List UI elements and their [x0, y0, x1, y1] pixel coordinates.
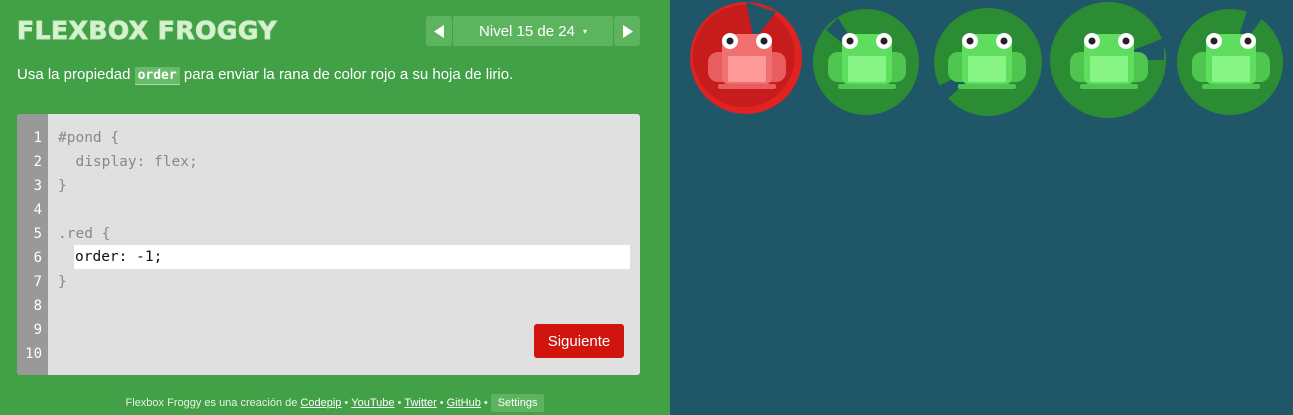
- footer-separator: •: [439, 397, 444, 409]
- line-number: 4: [33, 202, 42, 218]
- chevron-right-icon: [622, 24, 633, 38]
- frog-icon: [1070, 33, 1148, 89]
- line-number: 5: [33, 226, 42, 242]
- twitter-link[interactable]: Twitter: [404, 397, 436, 409]
- code-line: }: [58, 178, 67, 194]
- caret-down-icon: ▾: [582, 26, 587, 36]
- line-number: 7: [33, 274, 42, 290]
- instructions-after: para enviar la rana de color rojo a su h…: [179, 66, 514, 83]
- pond: [670, 0, 1293, 415]
- level-label: Nivel 15 de 24: [479, 22, 575, 40]
- line-number-gutter: 1 2 3 4 5 6 7 8 9 10: [17, 114, 48, 375]
- next-button[interactable]: Siguiente: [534, 324, 624, 358]
- code-line: display: flex;: [58, 154, 198, 170]
- previous-level-button[interactable]: [426, 16, 452, 46]
- frog-icon: [828, 33, 906, 89]
- line-number: 3: [33, 178, 42, 194]
- sidebar: FLEXBOX FROGGY Nivel 15 de 24 ▾ Usa la p…: [0, 0, 670, 415]
- footer-separator: •: [397, 397, 402, 409]
- line-number: 8: [33, 298, 42, 314]
- level-navigation: Nivel 15 de 24 ▾: [426, 16, 640, 46]
- instructions: Usa la propiedad order para enviar la ra…: [17, 66, 514, 85]
- code-editor: 1 2 3 4 5 6 7 8 9 10 #pond { display: fl…: [17, 114, 640, 375]
- line-number: 9: [33, 322, 42, 338]
- frog-icon: [948, 33, 1026, 89]
- footer-separator: •: [483, 397, 488, 409]
- chevron-left-icon: [433, 24, 444, 38]
- youtube-link[interactable]: YouTube: [351, 397, 394, 409]
- github-link[interactable]: GitHub: [447, 397, 481, 409]
- line-number: 10: [25, 346, 42, 362]
- line-number: 6: [33, 250, 42, 266]
- line-number: 2: [33, 154, 42, 170]
- game-title: FLEXBOX FROGGY: [17, 16, 277, 46]
- instructions-before: Usa la propiedad: [17, 66, 135, 83]
- frog-icon: [1192, 33, 1270, 89]
- next-level-button[interactable]: [614, 16, 640, 46]
- footer-credit-text: Flexbox Froggy es una creación de: [125, 397, 301, 409]
- code-line: #pond {: [58, 130, 120, 146]
- code-line: .red {: [58, 226, 111, 242]
- css-code-input[interactable]: [74, 245, 630, 269]
- line-number: 1: [33, 130, 42, 146]
- footer: Flexbox Froggy es una creación de Codepi…: [0, 394, 670, 412]
- property-code-tag: order: [134, 67, 180, 85]
- frog-icon: [708, 33, 786, 89]
- codepip-link[interactable]: Codepip: [300, 397, 341, 409]
- settings-button[interactable]: Settings: [490, 394, 545, 412]
- footer-separator: •: [344, 397, 349, 409]
- level-indicator[interactable]: Nivel 15 de 24 ▾: [453, 16, 613, 46]
- code-line: }: [58, 274, 67, 290]
